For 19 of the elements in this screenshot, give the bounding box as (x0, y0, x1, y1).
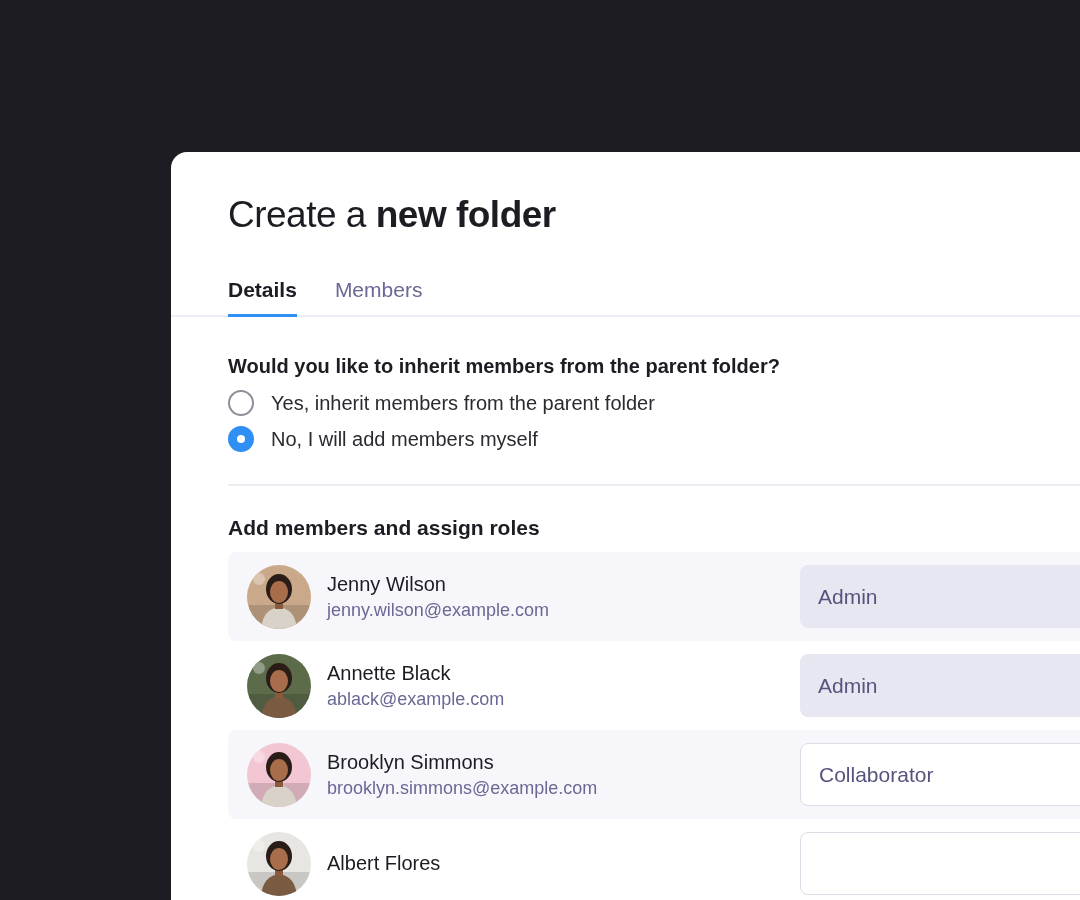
role-select[interactable]: Admin (800, 565, 1080, 628)
question-text: Would you like to inherit members from the parent folder? (228, 355, 780, 378)
member-email: ablack@example.com (327, 688, 506, 710)
radio-label: No, I will add members myself (271, 427, 538, 451)
member-name: Jenny Wilson (327, 572, 447, 596)
member-email: brooklyn.simmons@example.com (327, 777, 599, 799)
tab[interactable]: Details (228, 268, 297, 317)
radio-button[interactable] (228, 390, 254, 416)
dialog-title: Create a new folder (228, 194, 556, 236)
tab[interactable]: Members (334, 268, 423, 317)
member-name: Annette Black (327, 661, 452, 685)
radio-button[interactable] (228, 426, 254, 452)
member-email: jenny.wilson@example.com (327, 599, 551, 621)
section-heading: Add members and assign roles (228, 516, 540, 540)
member-name: Brooklyn Simmons (327, 750, 495, 774)
radio-label: Yes, inherit members from the parent folder (271, 391, 655, 415)
role-select[interactable]: Admin (800, 654, 1080, 717)
member-name: Albert Flores (327, 852, 442, 875)
role-select[interactable]: Collaborator (800, 743, 1080, 806)
